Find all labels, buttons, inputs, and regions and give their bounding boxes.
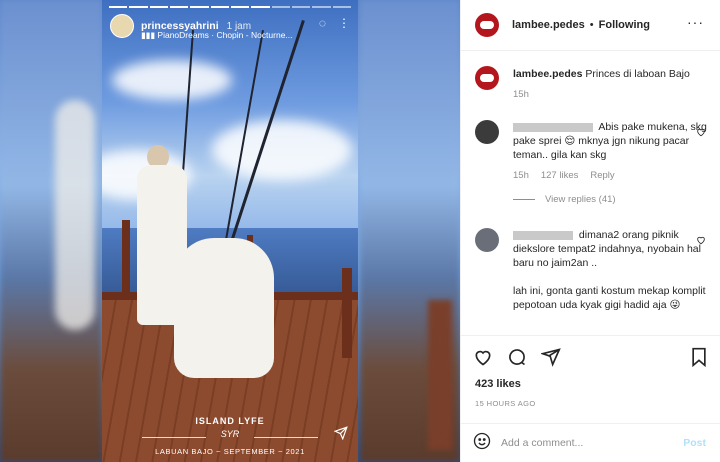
avatar[interactable] (475, 13, 499, 37)
blurred-post (428, 300, 452, 450)
post-panel: lambee.pedes • Following ··· lambee.pede… (460, 0, 720, 462)
add-comment-bar: Post (461, 423, 720, 462)
following-button[interactable]: Following (599, 19, 650, 31)
more-icon: ⋮ (338, 16, 350, 30)
post-caption: lambee.pedes Princes di laboan Bajo 15h (475, 66, 712, 100)
cloud (112, 60, 232, 100)
reply-button[interactable]: Reply (590, 170, 614, 181)
heart-icon[interactable] (696, 232, 706, 250)
post-comment-button[interactable]: Post (683, 437, 706, 449)
story-caption-signature: SYR (220, 429, 240, 439)
like-icon[interactable] (473, 347, 493, 372)
comment-icon[interactable] (507, 347, 527, 372)
comment-time: 15h (513, 170, 529, 181)
loading-icon: ◌ (318, 16, 326, 30)
more-options-icon[interactable]: ··· (687, 14, 704, 30)
story-progress (109, 6, 351, 8)
cloud (212, 120, 352, 180)
caption-text: Princes di laboan Bajo (585, 68, 690, 80)
redacted-username (513, 122, 593, 132)
story-controls: ◌ ⋮ (319, 16, 350, 30)
music-icon: ▮▮▮ (141, 30, 158, 40)
heart-icon[interactable] (696, 124, 706, 142)
separator-dot: • (589, 19, 594, 31)
caption-username[interactable]: lambee.pedes (513, 68, 582, 80)
list-item: Abis pake mukena, skg pake sprei 😌 mknya… (475, 120, 712, 205)
caption-time: 15h (513, 89, 529, 100)
story-music: ▮▮▮ PianoDreams · Chopin - Nocturne... (141, 30, 293, 41)
deck-post (342, 268, 352, 358)
person-crouching (174, 238, 274, 378)
post-media[interactable]: princessyahrini 1 jam ▮▮▮ PianoDreams · … (0, 0, 460, 462)
blurred-figure (55, 100, 95, 330)
comments-list[interactable]: lambee.pedes Princes di laboan Bajo 15h … (461, 52, 720, 335)
story-caption-location: LABUAN BAJO ~ SEPTEMBER ~ 2021 (155, 447, 305, 456)
comment-likes[interactable]: 127 likes (541, 170, 579, 181)
story-screenshot: princessyahrini 1 jam ▮▮▮ PianoDreams · … (102, 0, 358, 462)
comment-input[interactable] (501, 437, 661, 449)
list-item: dimana2 orang piknik diekslore tempat2 i… (475, 228, 712, 312)
story-music-label: PianoDreams · Chopin - Nocturne... (157, 30, 293, 40)
redacted-username (513, 230, 573, 240)
avatar[interactable] (475, 120, 499, 144)
bookmark-icon[interactable] (690, 347, 708, 372)
deck-post (122, 220, 130, 300)
avatar[interactable] (475, 66, 499, 90)
comment-meta: 15h 127 likes Reply (513, 170, 712, 181)
post-username[interactable]: lambee.pedes (512, 19, 585, 31)
send-icon (333, 426, 348, 445)
post-timestamp: 15 HOURS AGO (475, 399, 536, 408)
view-replies-button[interactable]: View replies (41) (513, 194, 712, 205)
post-header: lambee.pedes • Following ··· (461, 0, 720, 51)
story-avatar (110, 14, 134, 38)
story-caption-title: ISLAND LYFE (195, 416, 265, 426)
divider (254, 437, 318, 438)
likes-count[interactable]: 423 likes (475, 378, 521, 390)
avatar[interactable] (475, 228, 499, 252)
emoji-icon[interactable] (473, 432, 491, 455)
comment-text-continued: lah ini, gonta ganti kostum mekap kompli… (513, 285, 706, 311)
share-icon[interactable] (539, 347, 561, 372)
